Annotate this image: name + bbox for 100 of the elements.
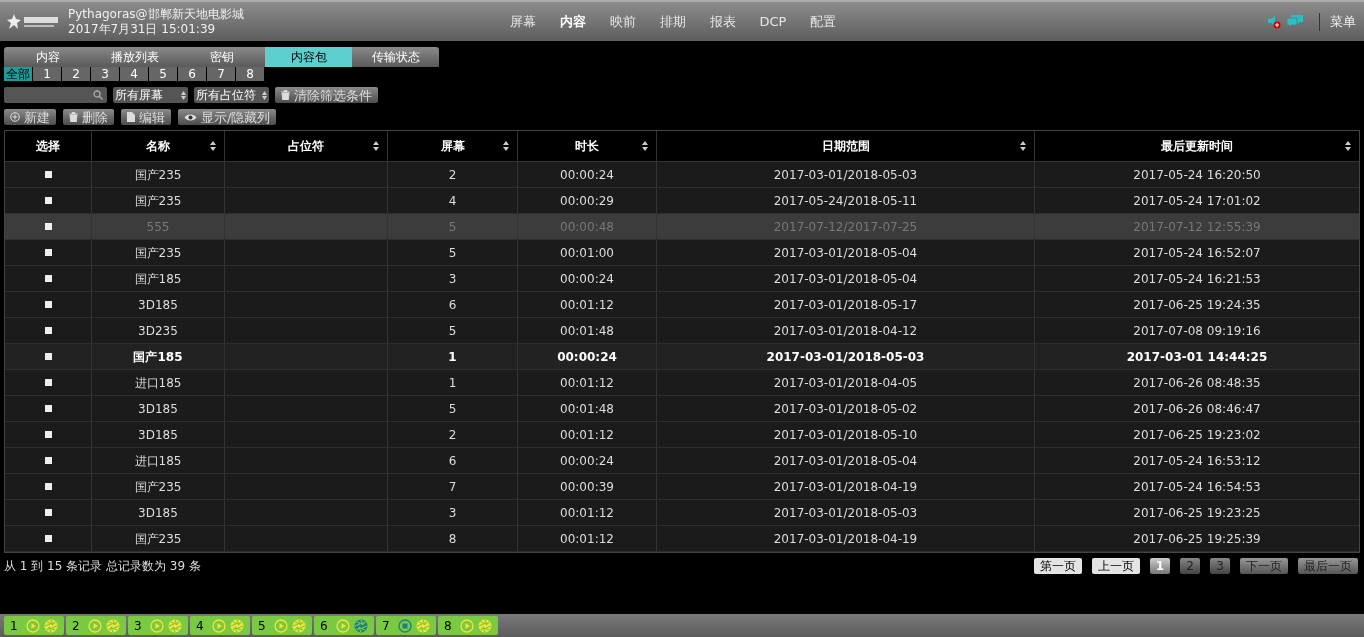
checkbox[interactable] (44, 353, 52, 360)
pagination-button[interactable]: 下一页 (1240, 558, 1288, 574)
column-header[interactable]: 日期范围 (656, 131, 1034, 161)
checkbox[interactable] (44, 223, 52, 230)
column-header[interactable]: 最后更新时间 (1034, 131, 1359, 161)
checkbox[interactable] (44, 535, 52, 542)
table-cell-text: 国产235 (134, 166, 182, 184)
screen-status-item[interactable]: 3 (128, 616, 188, 635)
table-row[interactable]: 3D185 2 00:01:12 2017-03-01/2018-05-10 2017-06-25 19:23:02 (5, 422, 1359, 448)
nav-link[interactable]: 映前 (597, 11, 648, 32)
tab[interactable]: 内容 (4, 47, 91, 67)
screen-status-item[interactable]: 5 (252, 616, 312, 635)
table-cell-text: 2 (448, 166, 457, 184)
table-row[interactable]: 3D185 5 00:01:48 2017-03-01/2018-05-02 2017-06-26 08:46:47 (5, 396, 1359, 422)
checkbox[interactable] (44, 509, 52, 516)
screen-status-item[interactable]: 7 (376, 616, 436, 635)
play-icon (212, 618, 226, 633)
table-cell-text: 00:01:12 (560, 296, 614, 314)
checkbox[interactable] (44, 483, 52, 490)
menu-button[interactable]: 菜单 (1330, 11, 1356, 32)
table-row[interactable]: 进口185 6 00:00:24 2017-03-01/2018-05-04 2017-05-24 16:53:12 (5, 448, 1359, 474)
screen-tab[interactable]: 全部 (4, 67, 32, 81)
logo-icon (6, 12, 60, 31)
nav-link[interactable]: 配置 (798, 11, 849, 32)
table-row[interactable]: 进口185 1 00:01:12 2017-03-01/2018-04-05 2017-06-26 08:48:35 (5, 370, 1359, 396)
action-button[interactable]: 新建 (4, 109, 56, 125)
table-cell-text: 2017-03-01/2018-05-03 (773, 166, 918, 184)
tab[interactable]: 传输状态 (352, 47, 439, 67)
screen-tab[interactable]: 2 (62, 67, 90, 81)
checkbox[interactable] (44, 327, 52, 334)
table-row[interactable]: 国产235 4 00:00:29 2017-05-24/2018-05-11 2017-05-24 17:01:02 (5, 188, 1359, 214)
checkbox[interactable] (44, 197, 52, 204)
screen-tab[interactable]: 3 (91, 67, 119, 81)
checkbox[interactable] (44, 379, 52, 386)
table-cell-text: 2017-03-01 14:44:25 (1126, 348, 1268, 366)
placeholder-select[interactable]: 所有占位符 (194, 87, 269, 103)
screen-select[interactable]: 所有屏幕 (113, 87, 188, 103)
screen-tab[interactable]: 8 (236, 67, 264, 81)
screen-tab[interactable]: 4 (120, 67, 148, 81)
table-row[interactable]: 国产235 7 00:00:39 2017-03-01/2018-04-19 2017-05-24 16:54:53 (5, 474, 1359, 500)
speaker-alert-icon[interactable] (1267, 14, 1283, 29)
action-button[interactable]: 删除 (63, 109, 114, 125)
checkbox[interactable] (44, 249, 52, 256)
screen-tab[interactable]: 5 (149, 67, 177, 81)
screen-status-item[interactable]: 8 (438, 616, 498, 635)
table-row[interactable]: 国产235 5 00:01:00 2017-03-01/2018-05-04 2017-05-24 16:52:07 (5, 240, 1359, 266)
column-header[interactable]: 名称 (91, 131, 224, 161)
table-cell-text: 4 (448, 192, 457, 210)
table-row[interactable]: 国产185 1 00:00:24 2017-03-01/2018-05-03 2017-03-01 14:44:25 (5, 344, 1359, 370)
screen-number: 7 (382, 617, 391, 635)
table-cell-text: 2017-05-24 16:21:53 (1133, 270, 1261, 288)
table-row[interactable]: 3D185 3 00:01:12 2017-03-01/2018-05-03 2017-06-25 19:23:25 (5, 500, 1359, 526)
checkbox[interactable] (44, 301, 52, 308)
column-header[interactable]: 时长 (517, 131, 656, 161)
screen-status-item[interactable]: 4 (190, 616, 250, 635)
table-cell-text: 1 (448, 348, 457, 366)
nav-link[interactable]: 排期 (647, 11, 698, 32)
action-button[interactable]: 编辑 (121, 109, 171, 125)
clear-filters-button[interactable]: 清除筛选条件 (275, 87, 378, 103)
table-row[interactable]: 3D235 5 00:01:48 2017-03-01/2018-04-12 2017-07-08 09:19:16 (5, 318, 1359, 344)
table-row[interactable]: 国产235 2 00:00:24 2017-03-01/2018-05-03 2017-05-24 16:20:50 (5, 162, 1359, 188)
table-cell-text: 00:00:24 (560, 166, 614, 184)
record-info: 从 1 到 15 条记录 总记录数为 39 条 (4, 558, 201, 575)
screen-status-item[interactable]: 6 (314, 616, 374, 635)
screen-status-item[interactable]: 2 (66, 616, 126, 635)
table-cell-text: 国产235 (134, 530, 182, 548)
checkbox[interactable] (44, 275, 52, 282)
table-cell-text: 2017-03-01/2018-04-19 (773, 530, 918, 548)
checkbox[interactable] (44, 457, 52, 464)
action-button[interactable]: 显示/隐藏列 (178, 109, 277, 125)
screen-number: 2 (72, 617, 81, 635)
checkbox[interactable] (44, 405, 52, 412)
checkbox[interactable] (44, 431, 52, 438)
column-header[interactable]: 选择 (5, 131, 91, 161)
tab[interactable]: 密钥 (178, 47, 265, 67)
table-row[interactable]: 3D185 6 00:01:12 2017-03-01/2018-05-17 2017-06-25 19:24:35 (5, 292, 1359, 318)
pagination-button[interactable]: 最后一页 (1298, 558, 1358, 574)
nav-link[interactable]: DCP (747, 11, 799, 32)
table-cell-text: 2 (448, 426, 457, 444)
nav-link[interactable]: 屏幕 (497, 11, 548, 32)
table-cell-text: 2017-05-24/2018-05-11 (773, 192, 918, 210)
tab[interactable]: 内容包 (265, 47, 352, 67)
table-cell-text: 3D185 (138, 296, 178, 314)
search-field[interactable] (4, 87, 107, 103)
checkbox[interactable] (44, 171, 52, 178)
screen-tab[interactable]: 7 (207, 67, 235, 81)
table-row[interactable]: 国产235 8 00:01:12 2017-03-01/2018-04-19 2017-06-25 19:25:39 (5, 526, 1359, 552)
column-header[interactable]: 屏幕 (387, 131, 517, 161)
table-row[interactable]: 国产185 3 00:00:24 2017-03-01/2018-05-04 2017-05-24 16:21:53 (5, 266, 1359, 292)
column-header[interactable]: 占位符 (224, 131, 387, 161)
table-cell-text: 2017-03-01/2018-04-12 (773, 322, 918, 340)
table-cell-text: 6 (448, 452, 457, 470)
play-icon (274, 618, 288, 633)
screen-tab[interactable]: 1 (33, 67, 61, 81)
screen-tab[interactable]: 6 (178, 67, 206, 81)
tab[interactable]: 播放列表 (91, 47, 178, 67)
play-icon (26, 618, 40, 633)
nav-link[interactable]: 内容 (547, 11, 598, 32)
screen-status-item[interactable]: 1 (4, 616, 64, 635)
nav-link[interactable]: 报表 (697, 11, 748, 32)
